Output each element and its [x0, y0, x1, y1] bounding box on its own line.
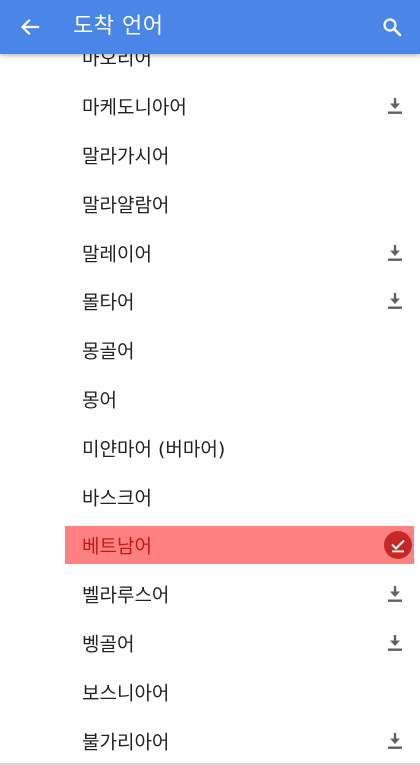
download-icon[interactable]	[386, 292, 404, 310]
language-label: 말레이어	[82, 243, 152, 266]
page-title: 도착 언어	[73, 14, 164, 39]
language-item-selected[interactable]: 베트남어	[0, 521, 420, 570]
language-label: 바스크어	[82, 487, 152, 510]
language-item[interactable]: 미얀마어 (버마어)	[0, 423, 420, 472]
language-label: 베트남어	[82, 535, 152, 558]
language-label: 말라가시어	[82, 145, 170, 168]
selected-check-icon	[384, 531, 412, 560]
download-icon[interactable]	[386, 244, 404, 262]
language-label: 몰타어	[82, 291, 135, 314]
language-item[interactable]: 마케도니아어	[0, 82, 420, 131]
language-list: 마오리어 마케도니아어 말라가시어 말라얄람어 말레이어 몰타어 몽골어 몽어 …	[0, 33, 420, 765]
search-button[interactable]	[376, 11, 408, 43]
language-label: 미얀마어 (버마어)	[82, 438, 226, 461]
back-button[interactable]	[14, 11, 46, 43]
language-item[interactable]: 바스크어	[0, 472, 420, 521]
language-label: 마케도니아어	[82, 96, 187, 119]
arrow-back-icon	[20, 18, 40, 36]
language-item[interactable]: 불가리아어	[0, 716, 420, 765]
language-item[interactable]: 보스니아어	[0, 667, 420, 716]
language-label: 벨라루스어	[82, 584, 170, 607]
search-icon	[383, 18, 402, 37]
download-icon[interactable]	[386, 634, 404, 652]
language-item[interactable]: 벨라루스어	[0, 570, 420, 619]
language-item[interactable]: 몽어	[0, 375, 420, 424]
language-label: 몽어	[82, 389, 117, 412]
download-icon[interactable]	[386, 97, 404, 115]
app-bar: 도착 언어	[0, 0, 420, 54]
language-item[interactable]: 말레이어	[0, 228, 420, 277]
language-item[interactable]: 말라얄람어	[0, 179, 420, 228]
language-label: 몽골어	[82, 340, 135, 363]
download-icon[interactable]	[386, 585, 404, 603]
language-label: 벵골어	[82, 633, 135, 656]
download-icon[interactable]	[386, 732, 404, 750]
language-label: 보스니아어	[82, 682, 170, 705]
language-item[interactable]: 몰타어	[0, 277, 420, 326]
language-label: 말라얄람어	[82, 194, 170, 217]
language-label: 불가리아어	[82, 731, 170, 754]
language-item[interactable]: 말라가시어	[0, 131, 420, 180]
language-item[interactable]: 몽골어	[0, 326, 420, 375]
language-item[interactable]: 벵골어	[0, 619, 420, 668]
